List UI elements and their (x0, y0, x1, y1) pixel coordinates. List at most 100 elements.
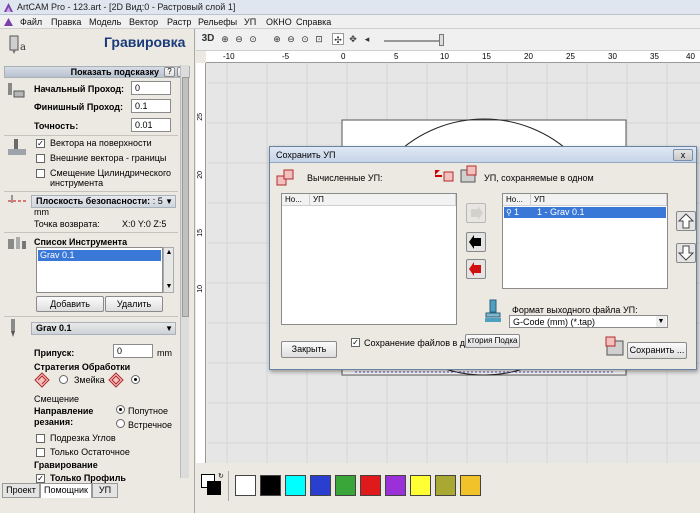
chevron-down-icon[interactable]: ▼ (656, 316, 666, 327)
save-to-dir-label: Сохранение файлов в дире (364, 338, 481, 348)
close-dialog-button[interactable]: Закрыть (281, 341, 337, 358)
offset-radio[interactable] (131, 375, 140, 384)
saved-col-name[interactable]: УП (531, 194, 667, 206)
palette-swatch[interactable] (385, 475, 406, 496)
allowance-input[interactable]: 0 (113, 344, 153, 358)
panel-tabs: Проект Помощник УП (0, 483, 195, 499)
arrow-left-icon (469, 235, 481, 249)
tolerance-input[interactable]: 0.01 (131, 118, 171, 132)
zoom-window-icon[interactable]: ⊕ (271, 33, 283, 45)
climb-radio[interactable] (116, 405, 125, 414)
palette-swatch[interactable] (460, 475, 481, 496)
zoom-fit-icon[interactable]: ⊙ (247, 33, 259, 45)
palette-swatch[interactable] (410, 475, 431, 496)
menu-file[interactable]: Файл (20, 17, 42, 27)
palette-swatch[interactable] (285, 475, 306, 496)
palette-swatch[interactable] (310, 475, 331, 496)
menu-model[interactable]: Модель (89, 17, 121, 27)
save-button[interactable]: Сохранить ... (627, 342, 687, 359)
move-down-button[interactable] (676, 243, 696, 263)
view-3d-button[interactable]: 3D (200, 33, 216, 45)
zoom-page-icon[interactable]: ⊡ (313, 33, 325, 45)
save-to-dir-checkbox[interactable]: ✓ (351, 338, 360, 347)
panel-scrollbar-thumb[interactable] (182, 77, 189, 317)
surface-vectors-checkbox[interactable]: ✓ (36, 139, 45, 148)
palette-swatch[interactable] (235, 475, 256, 496)
arrow-down-icon (677, 245, 695, 261)
tab-project[interactable]: Проект (2, 483, 40, 498)
save-toolpath-dialog: Сохранить УП x Вычисленные УП: УП, сохра… (269, 146, 697, 370)
pan-icon[interactable]: ◂ (361, 33, 373, 45)
zoom-in-icon[interactable]: ⊕ (219, 33, 231, 45)
dialog-title-bar: Сохранить УП x (270, 147, 696, 163)
arrow-up-icon (677, 213, 695, 229)
tool-list[interactable]: Grav 0.1 (36, 247, 163, 293)
palette-swatch[interactable] (360, 475, 381, 496)
zoom-all-icon[interactable]: ⊙ (299, 33, 311, 45)
ruler-tick: 20 (524, 52, 533, 61)
saved-toolpath-row[interactable]: ⚲ 1 1 - Grav 0.1 (504, 207, 666, 218)
conventional-radio[interactable] (116, 419, 125, 428)
scroll-down-icon[interactable]: ▼ (165, 283, 173, 291)
menu-reliefs[interactable]: Рельефы (198, 17, 237, 27)
panel-scrollbar[interactable] (180, 65, 189, 478)
dialog-close-button[interactable]: x (673, 149, 693, 161)
choose-directory-button[interactable]: ктория Подка (465, 334, 520, 348)
shade-slider-track[interactable] (384, 40, 439, 42)
arrow-to-save-icon (435, 170, 454, 182)
tab-toolpaths[interactable]: УП (92, 483, 118, 498)
menu-window[interactable]: ОКНО (266, 17, 292, 27)
tool-list-scrollbar[interactable]: ▲ ▼ (163, 247, 174, 293)
palette-swatch[interactable] (435, 475, 456, 496)
tool-name-bar[interactable]: Grav 0.1 ▼ (31, 322, 176, 335)
profile-only-checkbox[interactable]: ✓ (36, 474, 45, 483)
secondary-color-swatch[interactable] (207, 481, 221, 495)
rest-only-checkbox[interactable] (36, 448, 45, 457)
dialog-title: Сохранить УП (276, 150, 336, 160)
hint-toggle-bar[interactable]: Показать подсказку (4, 66, 190, 78)
palette-swatch[interactable] (260, 475, 281, 496)
zoom-out-icon[interactable]: ⊖ (233, 33, 245, 45)
tool-list-item[interactable]: Grav 0.1 (38, 250, 161, 261)
menu-toolpaths[interactable]: УП (244, 17, 256, 27)
output-format-select[interactable]: G-Code (mm) (*.tap) ▼ (509, 315, 668, 328)
swap-colors-icon[interactable]: ↻ (218, 473, 226, 481)
saved-col-number[interactable]: Но... (503, 194, 531, 206)
machine-icon (485, 299, 501, 322)
menu-help[interactable]: Справка (296, 17, 331, 27)
menu-vector[interactable]: Вектор (129, 17, 158, 27)
palette-swatch[interactable] (335, 475, 356, 496)
delete-tool-button[interactable]: Удалить (105, 296, 163, 312)
cylinder-offset-checkbox[interactable] (36, 169, 45, 178)
ruler-tick: 25 (566, 52, 575, 61)
shade-slider-thumb[interactable] (439, 34, 444, 46)
start-pass-input[interactable]: 0 (131, 81, 171, 95)
menu-edit[interactable]: Правка (51, 17, 81, 27)
profile-only-label: Только Профиль (50, 473, 126, 483)
hint-help-button[interactable]: ? (164, 67, 175, 77)
menu-raster[interactable]: Растр (167, 17, 191, 27)
engraving-panel: a Гравировка Показать подсказку ? X Нача… (0, 29, 195, 513)
select-mode-icon[interactable]: ✣ (332, 33, 344, 45)
add-tool-button[interactable]: Добавить (36, 296, 104, 312)
computed-col-name[interactable]: УП (310, 194, 456, 206)
zoom-previous-icon[interactable]: ⊖ (285, 33, 297, 45)
finish-pass-input[interactable]: 0.1 (131, 99, 171, 113)
zigzag-radio[interactable] (59, 375, 68, 384)
output-format-label: Формат выходного файла УП: (512, 305, 638, 315)
corner-cut-checkbox[interactable] (36, 434, 45, 443)
scroll-up-icon[interactable]: ▲ (165, 249, 173, 257)
saved-toolpaths-list[interactable]: Но... УП ⚲ 1 1 - Grav 0.1 (502, 193, 668, 289)
safe-plane-label: Плоскость безопасности: (36, 196, 151, 206)
computed-toolpaths-list[interactable]: Но... УП (281, 193, 457, 325)
vertical-ruler: 25 20 15 10 (196, 63, 206, 463)
tab-assistant[interactable]: Помощник (40, 483, 92, 498)
move-left-button[interactable] (466, 232, 486, 252)
remove-all-button[interactable] (466, 259, 486, 279)
move-up-button[interactable] (676, 211, 696, 231)
node-edit-icon[interactable]: ✥ (347, 33, 359, 45)
move-right-button[interactable] (466, 203, 486, 223)
outer-vectors-checkbox[interactable] (36, 154, 45, 163)
computed-col-number[interactable]: Но... (282, 194, 310, 206)
safe-plane-bar[interactable]: Плоскость безопасности: : 5 ▼ (31, 195, 176, 208)
